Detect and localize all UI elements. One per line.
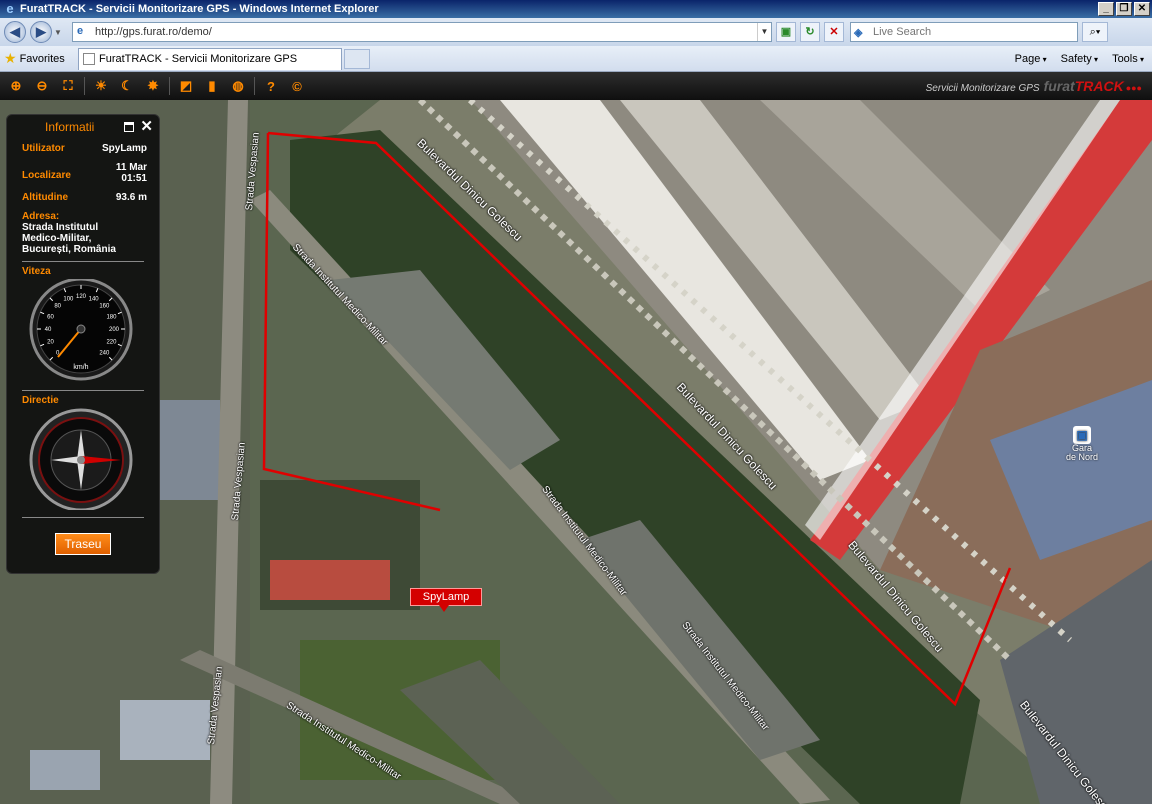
- direction-label: Directie: [22, 395, 59, 406]
- star-icon: ★: [4, 50, 17, 66]
- speed-tick-label: 220: [106, 340, 117, 346]
- toolbar-divider: [84, 77, 85, 95]
- moon-icon[interactable]: ☾: [117, 76, 137, 96]
- satellite-map[interactable]: Strada Vespasian Bulevardul Dinicu Goles…: [0, 100, 1152, 804]
- address-bar[interactable]: e http://gps.furat.ro/demo/ ▼: [72, 22, 772, 42]
- brand-part2: TRACK: [1074, 78, 1124, 94]
- search-box[interactable]: ◈: [850, 22, 1078, 42]
- page-menu[interactable]: Page: [1015, 53, 1047, 65]
- tab-title: FuratTRACK - Servicii Monitorizare GPS: [99, 53, 298, 65]
- tools-menu[interactable]: Tools: [1112, 53, 1144, 65]
- user-label: Utilizator: [22, 143, 65, 154]
- brand-logo: Servicii Monitorizare GPS furat TRACK ●●…: [926, 78, 1142, 94]
- minimize-panel-icon[interactable]: [124, 122, 135, 132]
- info-panel: Informatii ✕ Utilizator SpyLamp Localiza…: [6, 114, 160, 574]
- poi-label-line2: de Nord: [1066, 452, 1099, 462]
- address-value: Strada Institutul Medico-Militar, Bucure…: [22, 222, 116, 255]
- speed-tick-label: 80: [54, 304, 61, 310]
- speed-tick-label: 240: [99, 350, 110, 356]
- user-row: Utilizator SpyLamp: [7, 143, 159, 154]
- browser-tab[interactable]: FuratTRACK - Servicii Monitorizare GPS: [78, 47, 342, 70]
- globe-icon[interactable]: ◍: [228, 76, 248, 96]
- minimize-button[interactable]: _: [1098, 2, 1114, 16]
- speed-tick-label: 60: [47, 314, 54, 320]
- train-icon: ▣: [1073, 426, 1092, 444]
- brand-dots-icon: ●●●: [1125, 83, 1142, 93]
- burst-icon[interactable]: ✸: [143, 76, 163, 96]
- rss-icon[interactable]: ◩: [176, 76, 196, 96]
- back-button[interactable]: ◀: [4, 21, 26, 43]
- location-date: 11 Mar: [115, 162, 147, 173]
- location-value: 11 Mar 01:51: [116, 162, 147, 184]
- favorites-label: Favorites: [19, 52, 65, 65]
- train-station-poi[interactable]: ▣ Gara de Nord: [1066, 426, 1098, 462]
- speedometer-gauge: 020406080100 120 140160180200220240 km/h: [29, 277, 133, 381]
- divider: [22, 261, 144, 262]
- refresh-button[interactable]: ↻: [800, 22, 820, 42]
- page-icon: e: [77, 25, 84, 37]
- speed-tick-label: 180: [106, 314, 117, 320]
- address-label: Adresa:: [22, 211, 60, 222]
- speed-label: Viteza: [22, 266, 51, 277]
- recent-pages-dropdown[interactable]: ▼: [54, 28, 66, 37]
- stop-button[interactable]: ✕: [824, 22, 844, 42]
- live-search-icon: ◈: [854, 26, 863, 39]
- toolbar-divider: [254, 77, 255, 95]
- zoom-out-icon[interactable]: ⊖: [32, 76, 52, 96]
- tab-page-icon: [83, 53, 95, 65]
- compatibility-icon[interactable]: ▣: [776, 22, 796, 42]
- vehicle-marker[interactable]: SpyLamp: [410, 588, 482, 612]
- close-window-button[interactable]: ✕: [1134, 2, 1150, 16]
- ie-logo-icon: e: [6, 1, 14, 16]
- favorites-bar: ★ Favorites FuratTRACK - Servicii Monito…: [0, 46, 1152, 72]
- divider: [22, 517, 144, 518]
- location-row: Localizare 11 Mar 01:51: [7, 162, 159, 184]
- location-label: Localizare: [22, 170, 71, 181]
- close-panel-icon[interactable]: ✕: [140, 119, 153, 134]
- help-icon[interactable]: ?: [261, 76, 281, 96]
- window-title: FuratTRACK - Servicii Monitorizare GPS -…: [20, 3, 379, 15]
- copyright-icon[interactable]: ©: [287, 76, 307, 96]
- altitude-row: Altitudine 93.6 m: [7, 192, 159, 203]
- panel-title: Informatii: [45, 120, 95, 134]
- speed-tick-label: 160: [99, 304, 110, 310]
- favorites-button[interactable]: ★ Favorites: [4, 50, 72, 67]
- speed-tick-label: 40: [45, 327, 52, 333]
- search-go-button[interactable]: ⌕▾: [1082, 22, 1108, 42]
- user-value: SpyLamp: [101, 143, 147, 154]
- speed-unit: km/h: [73, 364, 88, 371]
- altitude-value: 93.6 m: [115, 192, 147, 203]
- speed-tick-label: 140: [89, 297, 100, 303]
- speed-tick-label: 20: [47, 340, 54, 346]
- compass-gauge: [29, 408, 133, 512]
- panel-header: Informatii ✕: [7, 115, 159, 139]
- location-time: 01:51: [121, 173, 147, 184]
- restore-button[interactable]: ❐: [1116, 2, 1132, 16]
- altitude-label: Altitudine: [22, 192, 69, 203]
- speed-tick-label: 120: [76, 294, 87, 300]
- brand-subtitle: Servicii Monitorizare GPS: [925, 83, 1040, 94]
- safety-menu[interactable]: Safety: [1061, 53, 1098, 65]
- brand-part1: furat: [1043, 78, 1075, 94]
- address-toolbar: ◀ ▶ ▼ e http://gps.furat.ro/demo/ ▼ ▣ ↻ …: [0, 18, 1152, 46]
- new-tab-button[interactable]: [344, 48, 370, 69]
- search-input[interactable]: [873, 26, 1077, 38]
- map-imagery: [0, 100, 1152, 804]
- address-dropdown-icon[interactable]: ▼: [757, 23, 771, 41]
- speed-tick-label: 100: [63, 297, 74, 303]
- sun-icon[interactable]: ☀: [91, 76, 111, 96]
- route-button[interactable]: Traseu: [55, 533, 111, 555]
- toolbar-divider: [169, 77, 170, 95]
- battery-icon[interactable]: ▮: [202, 76, 222, 96]
- divider: [22, 390, 144, 391]
- speed-tick-label: 200: [109, 327, 120, 333]
- app-toolbar: ⊕ ⊖ ⛶ ☀ ☾ ✸ ◩ ▮ ◍ ? © Servicii Monitoriz…: [0, 72, 1152, 100]
- address-url[interactable]: http://gps.furat.ro/demo/: [95, 26, 757, 38]
- window-titlebar: e FuratTRACK - Servicii Monitorizare GPS…: [0, 0, 1152, 18]
- fullscreen-icon[interactable]: ⛶: [58, 76, 78, 96]
- forward-button[interactable]: ▶: [30, 21, 52, 43]
- zoom-in-icon[interactable]: ⊕: [6, 76, 26, 96]
- command-bar: Page Safety Tools: [1001, 53, 1144, 65]
